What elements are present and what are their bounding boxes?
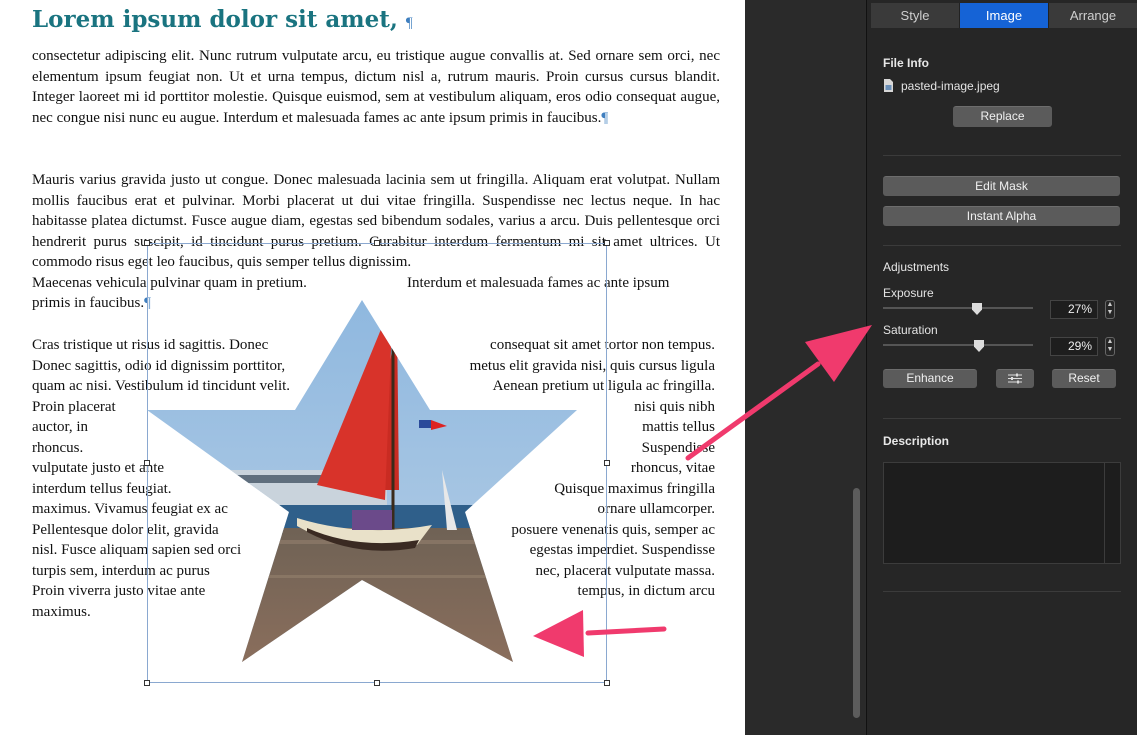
format-inspector: Style Image Arrange File Info pasted-ima… [866,0,1137,735]
sliders-icon [1008,373,1022,384]
edit-mask-button[interactable]: Edit Mask [883,176,1120,196]
saturation-value-field[interactable]: 29% [1050,337,1098,356]
saturation-slider-knob[interactable] [974,340,984,352]
resize-handle[interactable] [374,680,380,686]
divider [883,245,1121,246]
document-canvas[interactable]: Lorem ipsum dolor sit amet, ¶ consectetu… [0,0,745,735]
saturation-stepper[interactable]: ▲ ▼ [1105,337,1115,356]
divider [883,418,1121,419]
enhance-button[interactable]: Enhance [883,369,977,388]
instant-alpha-button[interactable]: Instant Alpha [883,206,1120,226]
tab-arrange[interactable]: Arrange [1049,3,1137,28]
resize-handle[interactable] [604,460,610,466]
file-name: pasted-image.jpeg [901,79,1000,93]
resize-handle[interactable] [144,680,150,686]
heading-text: Lorem ipsum dolor sit amet, [32,6,398,33]
divider [883,591,1121,592]
reset-button[interactable]: Reset [1052,369,1116,388]
resize-handle[interactable] [374,240,380,246]
exposure-slider-knob[interactable] [972,303,982,315]
divider [883,155,1121,156]
resize-handle[interactable] [604,240,610,246]
pilcrow-mark: ¶ [405,15,413,31]
panel-gutter [745,0,865,735]
description-heading: Description [883,434,950,448]
saturation-label: Saturation [883,323,938,337]
saturation-slider[interactable] [883,344,1033,346]
adjustments-heading: Adjustments [883,260,950,274]
paragraph-2-final[interactable]: primis in faucibus.¶ [32,293,151,314]
inspector-tabs: Style Image Arrange [871,3,1137,28]
image-file-icon [884,79,893,92]
resize-handle[interactable] [144,240,150,246]
paragraph-2-final-text: primis in faucibus. [32,295,145,311]
tab-style[interactable]: Style [871,3,960,28]
file-info-heading: File Info [883,56,929,70]
exposure-stepper[interactable]: ▲ ▼ [1105,300,1115,319]
star-masked-image[interactable] [147,300,577,662]
replace-button[interactable]: Replace [953,106,1052,127]
description-scroll-divider [1104,463,1105,563]
paragraph-1[interactable]: consectetur adipiscing elit. Nunc rutrum… [32,46,720,128]
pilcrow-mark: ¶ [601,109,609,126]
tab-image[interactable]: Image [960,3,1049,28]
description-field[interactable] [883,462,1121,564]
paragraph-1-text: consectetur adipiscing elit. Nunc rutrum… [32,48,720,126]
document-scrollbar[interactable] [853,488,860,718]
adjust-image-button[interactable] [996,369,1034,388]
exposure-label: Exposure [883,286,934,300]
exposure-slider[interactable] [883,307,1033,309]
document-heading[interactable]: Lorem ipsum dolor sit amet, ¶ [32,6,413,33]
resize-handle[interactable] [604,680,610,686]
exposure-value-field[interactable]: 27% [1050,300,1098,319]
